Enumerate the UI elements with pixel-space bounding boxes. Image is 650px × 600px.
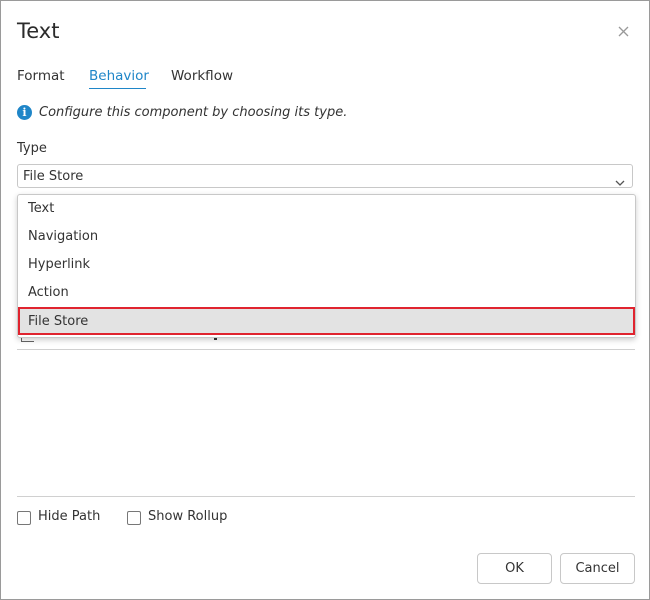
dialog: Text Format Behavior Workflow i Configur…	[0, 0, 650, 600]
type-label: Type	[17, 141, 47, 156]
ok-button[interactable]: OK	[477, 553, 552, 584]
type-dropdown-list: Text Navigation Hyperlink Action File St…	[17, 194, 636, 338]
option-hyperlink[interactable]: Hyperlink	[18, 251, 635, 279]
info-text: Configure this component by choosing its…	[39, 105, 348, 120]
option-file-store[interactable]: File Store	[18, 307, 635, 335]
option-action[interactable]: Action	[18, 279, 635, 307]
show-rollup-label: Show Rollup	[148, 509, 228, 524]
type-select-value: File Store	[23, 169, 84, 184]
hide-path-checkbox[interactable]	[17, 511, 31, 525]
chevron-down-icon	[615, 172, 625, 186]
tab-behavior[interactable]: Behavior	[89, 68, 149, 84]
divider	[17, 496, 635, 497]
option-navigation[interactable]: Navigation	[18, 223, 635, 251]
tab-format[interactable]: Format	[17, 68, 65, 84]
info-icon: i	[17, 105, 32, 120]
close-icon[interactable]	[615, 23, 633, 41]
option-text[interactable]: Text	[18, 195, 635, 223]
cancel-button[interactable]: Cancel	[560, 553, 635, 584]
active-tab-indicator	[89, 88, 146, 89]
tab-workflow[interactable]: Workflow	[171, 68, 233, 84]
dialog-title: Text	[17, 19, 60, 43]
type-select[interactable]: File Store	[17, 164, 633, 188]
show-rollup-checkbox[interactable]	[127, 511, 141, 525]
hide-path-label: Hide Path	[38, 509, 101, 524]
divider	[17, 349, 635, 350]
